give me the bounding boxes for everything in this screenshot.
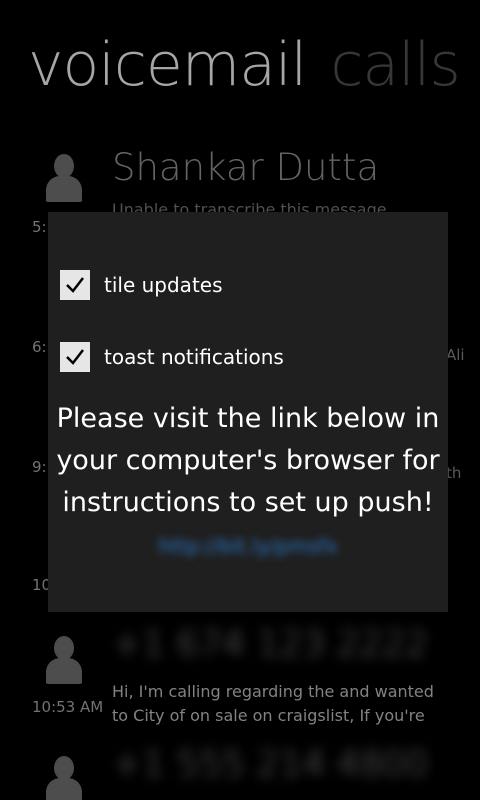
message-line-1: Please visit the link below in [56,403,440,434]
person-icon [44,756,84,800]
caller-name: Shankar Dutta [112,146,380,189]
check-icon [66,349,84,365]
push-settings-dialog: tile updates toast notifications Please … [48,212,448,612]
tile-updates-label: tile updates [104,273,223,297]
toast-notifications-label: toast notifications [104,345,284,369]
caller-number: +1 674 123 2222 [112,624,429,665]
transcript-line-1: Hi, I'm calling regarding the and wanted [112,682,434,701]
tile-updates-row[interactable]: tile updates [60,270,223,300]
pivot-header: voicemail calls [28,30,461,100]
tile-updates-checkbox[interactable] [60,270,90,300]
toast-notifications-row[interactable]: toast notifications [60,342,284,372]
instructions-link[interactable]: http://bit.ly/pmsfx [48,534,448,558]
message-line-2: your computer's browser for [56,445,440,476]
screen: voicemail calls Shankar Dutta Unable to t… [0,0,480,800]
pivot-voicemail[interactable]: voicemail [28,30,307,100]
pivot-calls[interactable]: calls [330,30,460,100]
person-icon [44,636,84,684]
push-instructions-message: Please visit the link below in your comp… [48,398,448,524]
toast-notifications-checkbox[interactable] [60,342,90,372]
caller-name-fragment: Ali [446,346,465,364]
person-icon [44,154,84,202]
transcript-line-2: to City of on sale on craigslist, If you… [112,706,425,725]
caller-number: +1 555 214 4800 [112,744,429,785]
voicemail-time: 9: [32,458,47,476]
voicemail-time: 6: [32,338,47,356]
voicemail-time: 5: [32,218,47,236]
message-line-3: instructions to set up push! [62,487,434,518]
check-icon [66,277,84,293]
caller-name-fragment: th [446,464,462,482]
voicemail-time: 10:53 AM [32,698,104,716]
